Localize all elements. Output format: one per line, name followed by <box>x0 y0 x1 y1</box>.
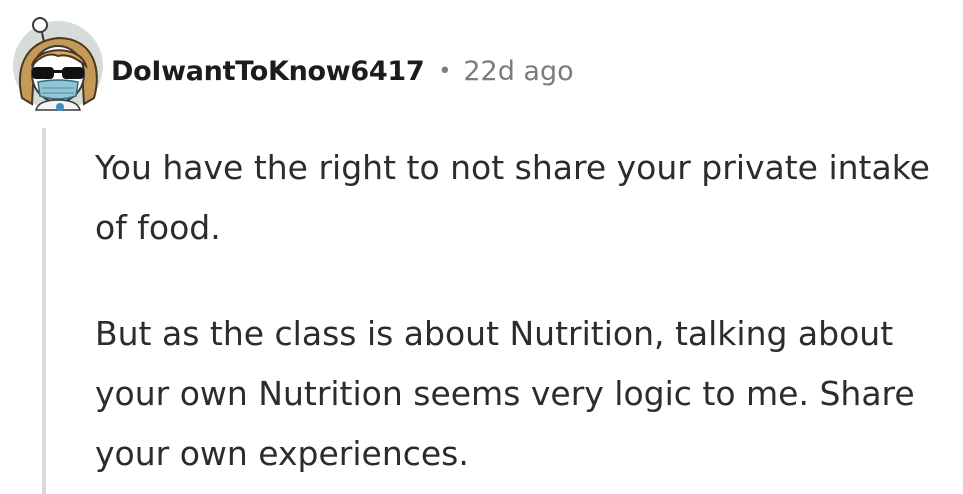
comment-header: DoIwantToKnow6417 • 22d ago <box>0 0 963 120</box>
meta-separator: • <box>438 58 452 84</box>
comment-meta: DoIwantToKnow6417 • 22d ago <box>111 50 574 92</box>
thread-collapse-line[interactable] <box>42 128 46 494</box>
user-avatar-icon <box>13 17 103 111</box>
comment-timestamp[interactable]: 22d ago <box>463 56 573 87</box>
avatar[interactable] <box>8 12 108 116</box>
username-link[interactable]: DoIwantToKnow6417 <box>111 56 425 87</box>
comment-body: You have the right to not share your pri… <box>95 138 945 484</box>
comment-paragraph: You have the right to not share your pri… <box>95 148 930 247</box>
comment-paragraph: But as the class is about Nutrition, tal… <box>95 314 915 473</box>
